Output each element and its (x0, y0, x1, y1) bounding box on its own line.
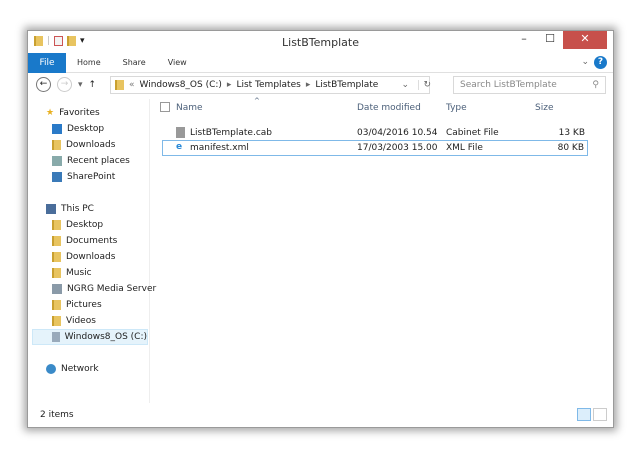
label: Desktop (67, 124, 105, 134)
folder-icon (115, 80, 124, 90)
minimize-button[interactable]: – (511, 31, 537, 49)
media-server-icon (52, 284, 62, 294)
column-headers: Name ^ Date modified Type Size (152, 97, 613, 119)
label: Favorites (59, 108, 100, 118)
folder-icon (52, 268, 61, 278)
sharepoint-icon (52, 172, 62, 182)
expand-ribbon-icon[interactable]: ⌄ (581, 57, 589, 67)
folder-icon (52, 220, 61, 230)
file-type: Cabinet File (446, 128, 499, 138)
file-date: 03/04/2016 10.54 (357, 128, 438, 138)
explorer-window: | ▾ ListBTemplate – ☐ ✕ File Home Share Vi… (27, 30, 614, 428)
label: Pictures (66, 300, 102, 310)
label: Downloads (66, 252, 116, 262)
label: Recent places (67, 156, 130, 166)
title-bar: | ▾ ListBTemplate – ☐ ✕ (28, 31, 613, 53)
network-icon (46, 364, 56, 374)
details-view-button[interactable] (577, 408, 591, 421)
search-placeholder: Search ListBTemplate (460, 80, 557, 90)
folder-icon (52, 252, 61, 262)
cabinet-file-icon (176, 127, 185, 138)
file-size: 13 KB (558, 128, 585, 138)
large-icons-view-button[interactable] (593, 408, 607, 421)
downloads-icon (52, 140, 61, 150)
recent-places-icon (52, 156, 62, 166)
file-type: XML File (446, 143, 483, 153)
file-row[interactable]: ListBTemplate.cab 03/04/2016 10.54 Cabin… (162, 125, 588, 141)
file-name: manifest.xml (190, 143, 249, 153)
tab-home[interactable]: Home (66, 58, 112, 67)
sidebar-item-media-server[interactable]: NGRG Media Server (52, 281, 156, 297)
label: Downloads (66, 140, 116, 150)
folder-icon (52, 316, 61, 326)
forward-button[interactable]: → (57, 77, 72, 92)
label: Music (66, 268, 92, 278)
status-bar: 2 items (28, 403, 613, 427)
sidebar-item-downloads[interactable]: Downloads (52, 137, 115, 153)
close-button[interactable]: ✕ (563, 31, 607, 49)
label: Windows8_OS (C:) (64, 332, 147, 342)
file-list: Name ^ Date modified Type Size ListBTemp… (152, 97, 613, 403)
breadcrumb-list-templates[interactable]: List Templates (236, 80, 300, 90)
navigation-pane: ★ Favorites Desktop Downloads Recent plac… (28, 99, 156, 403)
sidebar-item-documents[interactable]: Documents (52, 233, 117, 249)
address-row: ← → ▾ ↑ « Windows8_OS (C:) ▸ List Templat… (28, 74, 613, 96)
item-count: 2 items (40, 410, 74, 420)
star-icon: ★ (46, 108, 55, 118)
breadcrumb-drive[interactable]: Windows8_OS (C:) (140, 80, 222, 90)
folder-icon (52, 300, 61, 310)
tab-share[interactable]: Share (112, 58, 157, 67)
file-name: ListBTemplate.cab (190, 128, 273, 138)
label: SharePoint (67, 172, 116, 182)
column-date[interactable]: Date modified (357, 103, 421, 113)
sidebar-item-pictures[interactable]: Pictures (52, 297, 102, 313)
sidebar-item-desktop[interactable]: Desktop (52, 121, 104, 137)
help-icon[interactable]: ? (594, 56, 607, 69)
label: Desktop (66, 220, 104, 230)
folder-icon (52, 236, 61, 246)
file-size: 80 KB (557, 143, 584, 153)
column-size[interactable]: Size (535, 103, 553, 113)
drive-icon (52, 332, 60, 342)
sidebar-item-videos[interactable]: Videos (52, 313, 96, 329)
address-dropdown-icon[interactable]: ⌄ (401, 80, 409, 90)
breadcrumb-listbtemplate[interactable]: ListBTemplate (315, 80, 378, 90)
column-type[interactable]: Type (446, 103, 467, 113)
up-arrow-icon[interactable]: ↑ (89, 80, 97, 90)
back-button[interactable]: ← (36, 77, 51, 92)
sidebar-item-sharepoint[interactable]: SharePoint (52, 169, 115, 185)
sidebar-item-pc-downloads[interactable]: Downloads (52, 249, 115, 265)
ie-xml-icon: e (176, 142, 183, 152)
sort-ascending-icon: ^ (254, 97, 260, 105)
label: Videos (66, 316, 96, 326)
desktop-icon (52, 124, 62, 134)
sidebar-item-music[interactable]: Music (52, 265, 92, 281)
ribbon: File Home Share View ⌄ ? (28, 52, 613, 73)
sidebar-item-c-drive[interactable]: Windows8_OS (C:) (32, 329, 148, 345)
label: NGRG Media Server (67, 284, 157, 294)
tab-file[interactable]: File (28, 52, 66, 73)
column-name[interactable]: Name (176, 103, 203, 113)
search-input[interactable]: Search ListBTemplate ⚲ (453, 76, 606, 94)
label: Network (61, 364, 99, 374)
sidebar-item-pc-desktop[interactable]: Desktop (52, 217, 103, 233)
maximize-button[interactable]: ☐ (537, 31, 563, 49)
sidebar-favorites[interactable]: ★ Favorites (46, 105, 100, 121)
file-row[interactable]: e manifest.xml 17/03/2003 15.00 XML File… (162, 140, 588, 156)
computer-icon (46, 204, 56, 214)
recent-dropdown-icon[interactable]: ▾ (78, 80, 83, 90)
label: Documents (66, 236, 118, 246)
tab-view[interactable]: View (157, 58, 198, 67)
refresh-icon[interactable]: ↻ (418, 80, 431, 90)
select-all-checkbox[interactable] (160, 102, 170, 112)
address-bar[interactable]: « Windows8_OS (C:) ▸ List Templates ▸ List… (110, 76, 431, 94)
sidebar-this-pc[interactable]: This PC (46, 201, 94, 217)
label: This PC (61, 204, 94, 214)
file-date: 17/03/2003 15.00 (357, 143, 438, 153)
sidebar-network[interactable]: Network (46, 361, 99, 377)
sidebar-item-recent[interactable]: Recent places (52, 153, 130, 169)
search-icon[interactable]: ⚲ (592, 77, 599, 93)
